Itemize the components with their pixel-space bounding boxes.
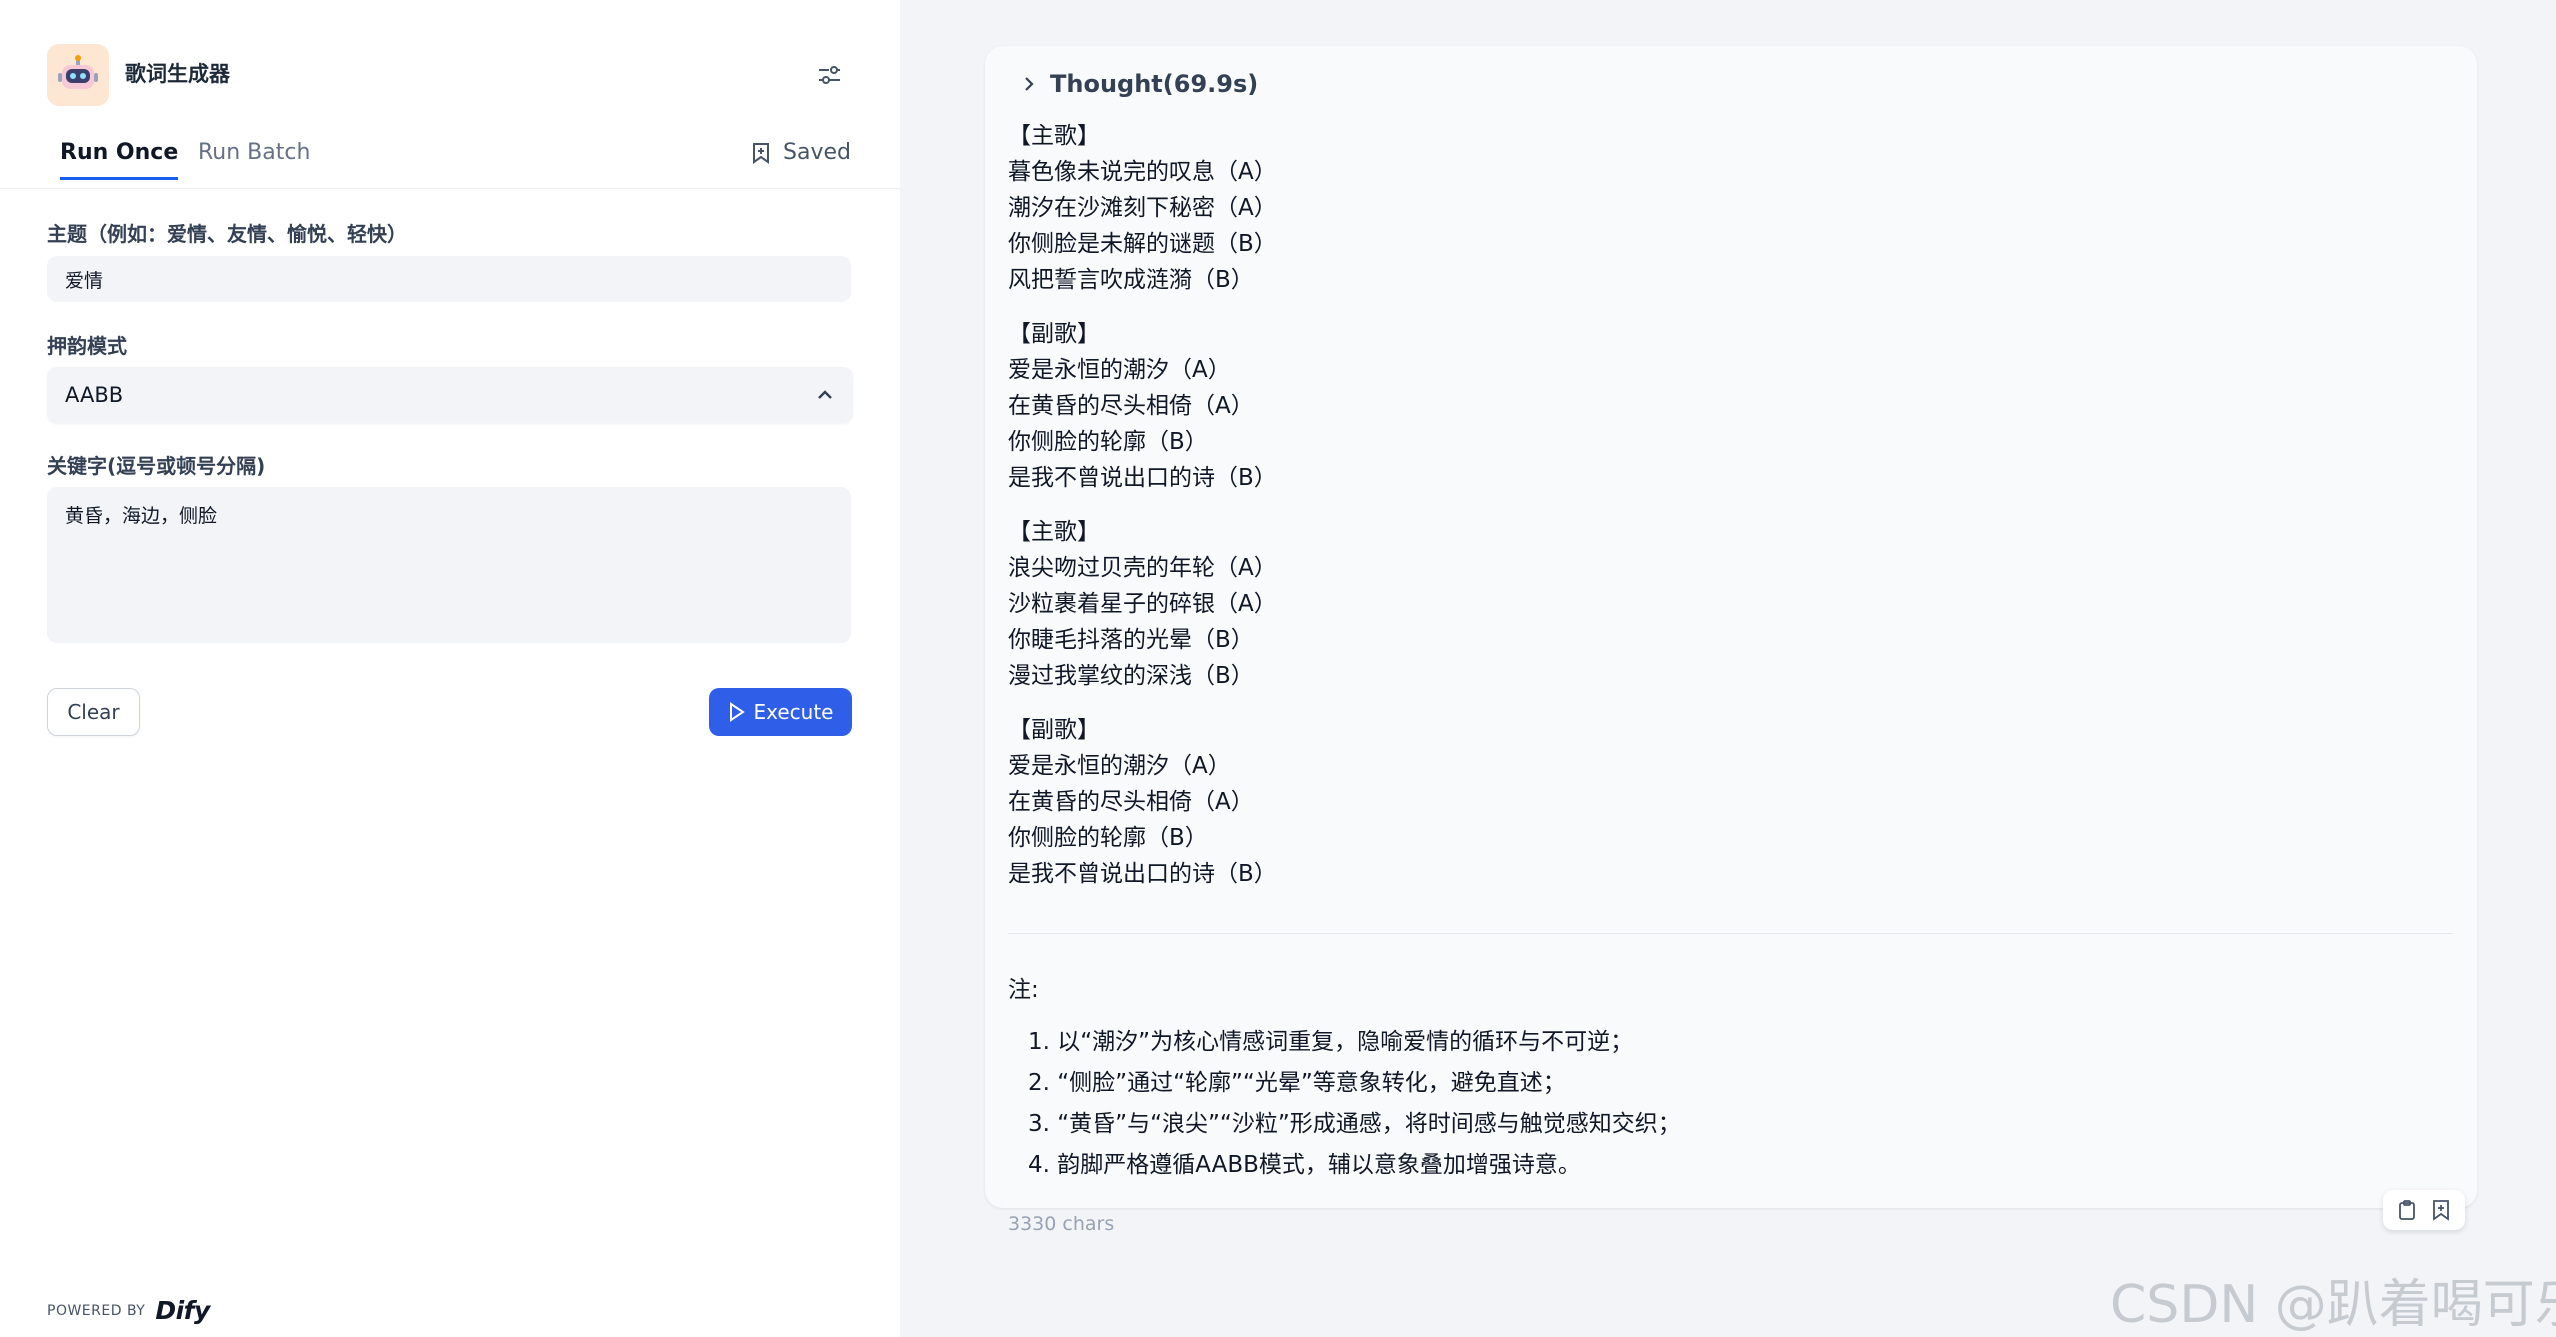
stanza: 【副歌】 爱是永恒的潮汐（A） 在黄昏的尽头相倚（A） 你侧脸的轮廓（B） 是我… <box>1008 712 2408 892</box>
lyrics-output: 【主歌】 暮色像未说完的叹息（A） 潮汐在沙滩刻下秘密（A） 你侧脸是未解的谜题… <box>1008 118 2408 910</box>
lyric-line: 漫过我掌纹的深浅（B） <box>1008 663 1254 689</box>
lyric-line: 爱是永恒的潮汐（A） <box>1008 753 1231 779</box>
lyric-line: 【主歌】 <box>1008 123 1100 149</box>
mode-tabs: Run Once Run Batch Saved <box>47 140 851 190</box>
stanza: 【主歌】 暮色像未说完的叹息（A） 潮汐在沙滩刻下秘密（A） 你侧脸是未解的谜题… <box>1008 118 2408 298</box>
saved-button[interactable]: Saved <box>751 140 851 165</box>
char-count: 3330 chars <box>1008 1213 1115 1235</box>
tab-run-once[interactable]: Run Once <box>60 140 179 180</box>
chevron-right-icon <box>1022 75 1036 93</box>
lyric-line: 是我不曾说出口的诗（B） <box>1008 465 1277 491</box>
note-item: 1. 以“潮汐”为核心情感词重复，隐喻爱情的循环与不可逆； <box>1028 1029 1634 1055</box>
lyric-line: 你侧脸的轮廓（B） <box>1008 825 1208 851</box>
chevron-up-icon <box>815 385 835 405</box>
lyric-line: 潮汐在沙滩刻下秘密（A） <box>1008 195 1277 221</box>
rhyme-select[interactable]: AABB <box>47 367 853 423</box>
powered-by[interactable]: POWERED BY Dify <box>47 1296 210 1325</box>
rhyme-select-value: AABB <box>65 383 124 407</box>
clear-button[interactable]: Clear <box>47 688 140 736</box>
note-item: 4. 韵脚严格遵循AABB模式，辅以意象叠加增强诗意。 <box>1028 1152 1581 1178</box>
lyric-line: 你侧脸的轮廓（B） <box>1008 429 1208 455</box>
lyric-line: 风把誓言吹成涟漪（B） <box>1008 267 1254 293</box>
notes-list: 1. 以“潮汐”为核心情感词重复，隐喻爱情的循环与不可逆； 2. “侧脸”通过“… <box>1028 1022 2448 1186</box>
left-panel: 歌词生成器 Run Once Run Batch Saved 主题（例如：爱情、… <box>0 0 900 1337</box>
lyric-line: 你睫毛抖落的光晕（B） <box>1008 627 1254 653</box>
lyric-line: 是我不曾说出口的诗（B） <box>1008 861 1277 887</box>
note-item: 2. “侧脸”通过“轮廓”“光晕”等意象转化，避免直述； <box>1028 1070 1566 1096</box>
bookmark-add-icon[interactable] <box>2431 1199 2451 1221</box>
settings-sliders-icon[interactable] <box>814 60 844 90</box>
app-title: 歌词生成器 <box>125 62 230 86</box>
execute-label: Execute <box>753 700 834 724</box>
keywords-label: 关键字(逗号或顿号分隔) <box>47 454 266 478</box>
lyric-line: 浪尖吻过贝壳的年轮（A） <box>1008 555 1277 581</box>
stanza: 【主歌】 浪尖吻过贝壳的年轮（A） 沙粒裹着星子的碎银（A） 你睫毛抖落的光晕（… <box>1008 514 2408 694</box>
execute-button[interactable]: Execute <box>709 688 852 736</box>
result-actions <box>2383 1190 2465 1230</box>
theme-label: 主题（例如：爱情、友情、愉悦、轻快） <box>47 222 407 246</box>
keywords-textarea[interactable]: 黄昏，海边，侧脸 <box>47 487 851 643</box>
theme-input[interactable] <box>47 256 851 302</box>
clipboard-icon[interactable] <box>2397 1199 2417 1221</box>
lyric-line: 沙粒裹着星子的碎银（A） <box>1008 591 1277 617</box>
lyric-line: 爱是永恒的潮汐（A） <box>1008 357 1231 383</box>
lyric-line: 【副歌】 <box>1008 321 1100 347</box>
dify-logo: Dify <box>155 1296 210 1325</box>
saved-label: Saved <box>783 140 851 165</box>
output-divider <box>1008 933 2453 934</box>
tab-run-batch[interactable]: Run Batch <box>198 140 310 177</box>
thought-toggle[interactable]: Thought(69.9s) <box>1022 70 1258 98</box>
lyric-line: 【副歌】 <box>1008 717 1100 743</box>
note-item: 3. “黄昏”与“浪尖”“沙粒”形成通感，将时间感与触觉感知交织； <box>1028 1111 1681 1137</box>
robot-icon <box>47 44 109 106</box>
stanza: 【副歌】 爱是永恒的潮汐（A） 在黄昏的尽头相倚（A） 你侧脸的轮廓（B） 是我… <box>1008 316 2408 496</box>
lyric-line: 【主歌】 <box>1008 519 1100 545</box>
lyric-line: 在黄昏的尽头相倚（A） <box>1008 393 1254 419</box>
powered-by-label: POWERED BY <box>47 1302 146 1319</box>
rhyme-label: 押韵模式 <box>47 334 127 358</box>
lyric-line: 暮色像未说完的叹息（A） <box>1008 159 1277 185</box>
play-icon <box>728 702 746 722</box>
tab-divider <box>0 188 900 189</box>
watermark: CSDN @趴着喝可乐 <box>2110 1275 2556 1335</box>
note-title: 注: <box>1008 977 1039 1003</box>
lyric-line: 在黄昏的尽头相倚（A） <box>1008 789 1254 815</box>
thought-label: Thought(69.9s) <box>1050 70 1259 98</box>
bookmark-icon <box>751 142 771 164</box>
lyric-line: 你侧脸是未解的谜题（B） <box>1008 231 1277 257</box>
